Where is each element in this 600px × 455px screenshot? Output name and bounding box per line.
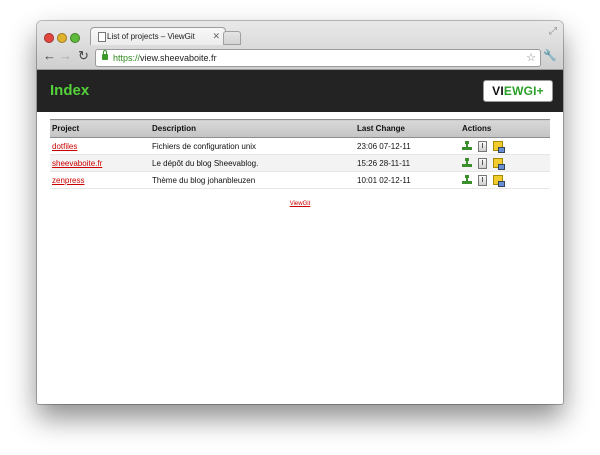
tab-list-of-projects[interactable]: List of projects – ViewGit ✕	[90, 27, 226, 45]
table-row: zenpress Thème du blog johanbleuzen 10:0…	[50, 171, 550, 189]
archive-icon[interactable]	[478, 157, 487, 169]
url-host: view.sheevaboite.fr	[140, 53, 217, 63]
bookmark-star-icon[interactable]: ☆	[526, 50, 536, 66]
rss-icon[interactable]	[493, 141, 505, 153]
zoom-window-icon[interactable]	[70, 33, 80, 43]
tab-title: List of projects – ViewGit	[107, 32, 195, 41]
tab-close-icon[interactable]: ✕	[212, 28, 220, 45]
project-link[interactable]: dotfiles	[52, 142, 77, 151]
index-heading[interactable]: Index	[50, 82, 89, 99]
new-tab-button[interactable]	[223, 31, 241, 45]
close-window-icon[interactable]	[44, 33, 54, 43]
actions-cell	[460, 154, 550, 172]
main-content: Project Description Last Change Actions …	[37, 119, 563, 404]
minimize-window-icon[interactable]	[57, 33, 67, 43]
rss-icon[interactable]	[493, 175, 505, 187]
actions-cell	[460, 171, 550, 189]
tree-icon[interactable]	[462, 175, 472, 185]
footer-viewgit-link[interactable]: ViewGit	[290, 201, 311, 207]
logo-text-part: EWGI	[503, 84, 537, 98]
archive-icon[interactable]	[478, 174, 487, 186]
actions-cell	[460, 137, 550, 155]
rss-icon[interactable]	[493, 158, 505, 170]
archive-icon[interactable]	[478, 140, 487, 152]
project-link[interactable]: sheevaboite.fr	[52, 159, 102, 168]
forward-button[interactable]: →	[59, 48, 72, 64]
project-cell: dotfiles	[50, 137, 150, 155]
back-button[interactable]: ←	[43, 48, 56, 64]
projects-table: Project Description Last Change Actions …	[50, 119, 550, 189]
lock-icon	[102, 50, 108, 60]
address-bar[interactable]: https://view.sheevaboite.fr ☆	[95, 49, 541, 67]
project-cell: sheevaboite.fr	[50, 154, 150, 172]
browser-chrome: List of projects – ViewGit ✕ ⤢ ← → ↻ htt…	[37, 21, 563, 70]
logo-text-part: +	[536, 84, 544, 98]
project-link[interactable]: zenpress	[52, 176, 84, 185]
browser-window: List of projects – ViewGit ✕ ⤢ ← → ↻ htt…	[37, 21, 563, 404]
reload-button[interactable]: ↻	[78, 48, 89, 64]
page-header: Index VIEWGI+	[37, 70, 563, 112]
last-change-cell: 10:01 02-12-11	[355, 171, 460, 189]
page-icon	[98, 32, 106, 42]
table-header-row: Project Description Last Change Actions	[50, 119, 550, 138]
table-row: dotfiles Fichiers de configuration unix …	[50, 137, 550, 155]
project-cell: zenpress	[50, 171, 150, 189]
logo-text-part: VI	[492, 84, 504, 98]
description-cell: Le dépôt du blog Sheevablog.	[150, 154, 355, 172]
column-header-project: Project	[50, 119, 150, 138]
toolbar: ← → ↻ https://view.sheevaboite.fr ☆ 🔧	[37, 45, 563, 69]
description-cell: Thème du blog johanbleuzen	[150, 171, 355, 189]
last-change-cell: 23:06 07-12-11	[355, 137, 460, 155]
fullscreen-icon[interactable]: ⤢	[549, 26, 557, 37]
url-text: https://view.sheevaboite.fr	[113, 50, 217, 66]
tree-icon[interactable]	[462, 158, 472, 168]
wrench-icon[interactable]: 🔧	[543, 49, 557, 62]
table-row: sheevaboite.fr Le dépôt du blog Sheevabl…	[50, 154, 550, 172]
viewgit-logo[interactable]: VIEWGI+	[483, 80, 553, 102]
tree-icon[interactable]	[462, 141, 472, 151]
footer: ViewGit	[37, 201, 563, 207]
column-header-description: Description	[150, 119, 355, 138]
description-cell: Fichiers de configuration unix	[150, 137, 355, 155]
column-header-last-change: Last Change	[355, 119, 460, 138]
last-change-cell: 15:26 28-11-11	[355, 154, 460, 172]
url-scheme: https://	[113, 53, 141, 63]
column-header-actions: Actions	[460, 119, 550, 138]
